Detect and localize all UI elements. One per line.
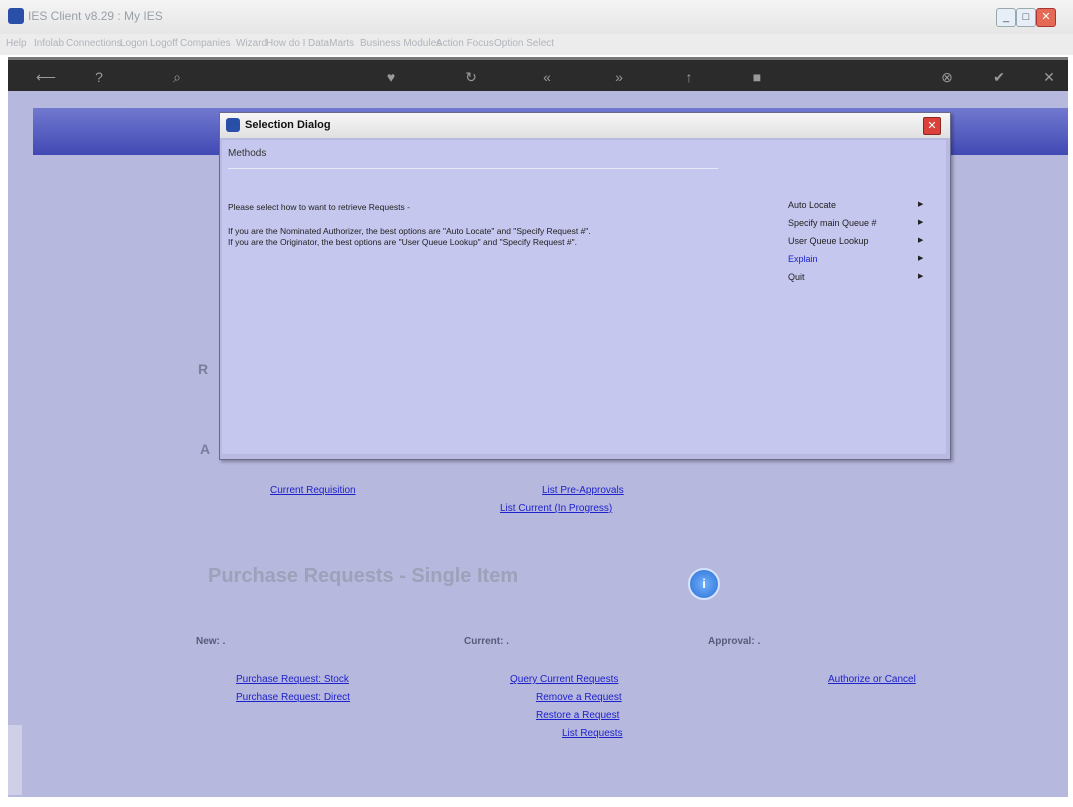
- window-title: IES Client v8.29 : My IES: [28, 9, 163, 23]
- authorize-or-cancel-link[interactable]: Authorize or Cancel: [828, 674, 916, 685]
- menu-how-do-i[interactable]: How do I: [266, 38, 305, 49]
- option-label: User Queue Lookup: [788, 236, 869, 246]
- dialog-separator: [228, 168, 718, 169]
- dialog-message-line: If you are the Originator, the best opti…: [228, 237, 577, 247]
- app-icon: [8, 8, 24, 24]
- list-pre-approvals-link[interactable]: List Pre-Approvals: [542, 485, 624, 496]
- list-requests-link[interactable]: List Requests: [562, 728, 623, 739]
- toolbar: ⟵ ? ⌕ ♥ ↻ « » ↑ ■ ⊗ ✔ ✕: [8, 57, 1068, 94]
- info-icon[interactable]: i: [688, 568, 720, 600]
- accept-icon[interactable]: ✔: [988, 66, 1010, 88]
- dialog-message-line: If you are the Nominated Authorizer, the…: [228, 226, 591, 236]
- option-auto-locate[interactable]: Auto Locate ▶: [788, 200, 928, 210]
- forward-icon[interactable]: »: [608, 66, 630, 88]
- approval-heading: Approval: .: [708, 636, 761, 647]
- option-user-queue-lookup[interactable]: User Queue Lookup ▶: [788, 236, 928, 246]
- current-requisition-link[interactable]: Current Requisition: [270, 485, 356, 496]
- menu-help[interactable]: Help: [6, 38, 27, 49]
- cancel-icon[interactable]: ⊗: [936, 66, 958, 88]
- stop-icon[interactable]: ■: [746, 66, 768, 88]
- menu-logon[interactable]: Logon: [120, 38, 148, 49]
- current-heading: Current: .: [464, 636, 509, 647]
- obscured-heading-fragment: A: [200, 441, 211, 457]
- menu-wizard[interactable]: Wizard: [236, 38, 267, 49]
- purchase-request-direct-link[interactable]: Purchase Request: Direct: [236, 692, 350, 703]
- dialog-message-line: Please select how to want to retrieve Re…: [228, 202, 410, 212]
- menu-option-select[interactable]: Option Select: [494, 38, 554, 49]
- selection-dialog: Selection Dialog ✕ Methods Please select…: [219, 112, 951, 460]
- submenu-arrow-icon: ▶: [918, 219, 924, 226]
- list-current-link[interactable]: List Current (In Progress): [500, 503, 612, 514]
- option-label: Auto Locate: [788, 200, 837, 210]
- dialog-close-icon[interactable]: ✕: [923, 117, 941, 135]
- option-quit[interactable]: Quit ▶: [788, 272, 928, 282]
- section-title: Purchase Requests - Single Item: [208, 565, 519, 587]
- maximize-button[interactable]: □: [1016, 8, 1036, 27]
- dialog-titlebar: Selection Dialog ✕: [220, 113, 950, 138]
- option-label: Explain: [788, 254, 818, 264]
- menubar: Help Infolab Connections Logon Logoff Co…: [0, 34, 1073, 55]
- menu-companies[interactable]: Companies: [180, 38, 231, 49]
- menu-datamarts[interactable]: DataMarts: [308, 38, 354, 49]
- back-icon[interactable]: ⟵: [28, 66, 64, 88]
- dialog-title: Selection Dialog: [245, 119, 331, 131]
- minimize-button[interactable]: _: [996, 8, 1016, 27]
- heart-icon[interactable]: ♥: [380, 66, 402, 88]
- window-titlebar: IES Client v8.29 : My IES _ □ ✕: [0, 0, 1073, 34]
- side-panel-tab[interactable]: [8, 725, 22, 795]
- option-specify-queue[interactable]: Specify main Queue # ▶: [788, 218, 928, 228]
- submenu-arrow-icon: ▶: [918, 255, 924, 262]
- menu-infolab[interactable]: Infolab: [34, 38, 64, 49]
- dialog-body: Methods Please select how to want to ret…: [222, 140, 946, 454]
- option-explain[interactable]: Explain ▶: [788, 254, 928, 264]
- close-icon[interactable]: ✕: [1038, 66, 1060, 88]
- submenu-arrow-icon: ▶: [918, 273, 924, 280]
- submenu-arrow-icon: ▶: [918, 237, 924, 244]
- option-label: Quit: [788, 272, 805, 282]
- up-icon[interactable]: ↑: [678, 66, 700, 88]
- query-current-requests-link[interactable]: Query Current Requests: [510, 674, 618, 685]
- menu-business-modules[interactable]: Business Modules: [360, 38, 441, 49]
- new-heading: New: .: [196, 636, 226, 647]
- close-button[interactable]: ✕: [1036, 8, 1056, 27]
- menu-logoff[interactable]: Logoff: [150, 38, 178, 49]
- obscured-heading-fragment: R: [198, 361, 209, 377]
- purchase-request-stock-link[interactable]: Purchase Request: Stock: [236, 674, 349, 685]
- dialog-app-icon: [226, 118, 240, 132]
- remove-request-link[interactable]: Remove a Request: [536, 692, 622, 703]
- help-icon[interactable]: ?: [88, 66, 110, 88]
- option-label: Specify main Queue #: [788, 218, 877, 228]
- submenu-arrow-icon: ▶: [918, 201, 924, 208]
- dialog-heading: Methods: [228, 148, 267, 159]
- refresh-icon[interactable]: ↻: [460, 66, 482, 88]
- rewind-icon[interactable]: «: [536, 66, 558, 88]
- menu-action-focus[interactable]: Action Focus: [436, 38, 494, 49]
- search-icon[interactable]: ⌕: [166, 66, 188, 88]
- menu-connections[interactable]: Connections: [66, 38, 122, 49]
- restore-request-link[interactable]: Restore a Request: [536, 710, 619, 721]
